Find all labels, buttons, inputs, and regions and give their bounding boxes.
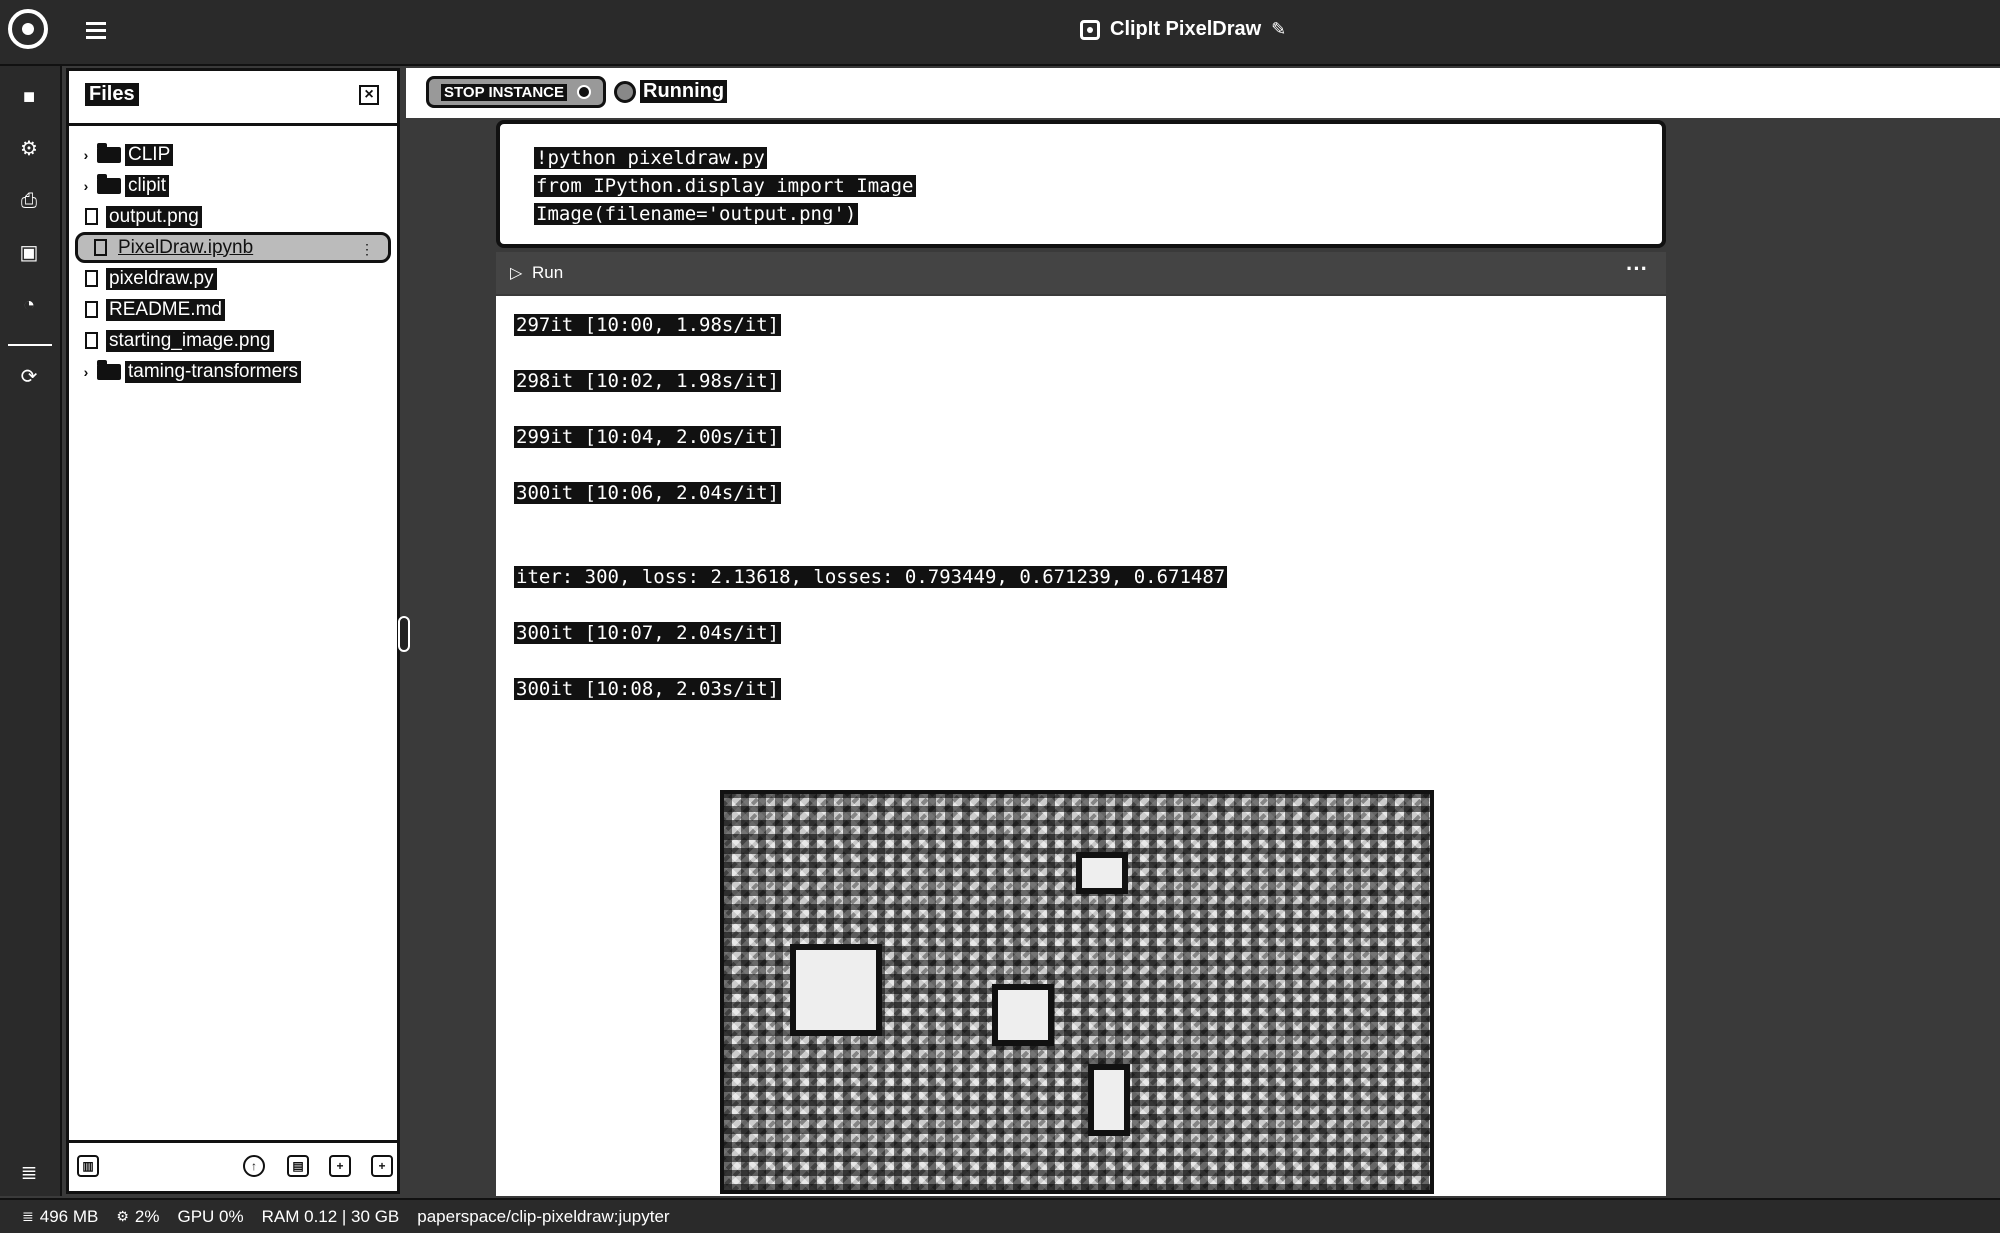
file-list: › CLIP › clipit output.png PixelDraw.ipy…	[69, 139, 397, 387]
paperspace-logo-icon[interactable]	[8, 9, 48, 49]
file-name: PixelDraw.ipynb	[118, 236, 254, 258]
new-file-icon[interactable]: +	[329, 1155, 351, 1177]
code-editor[interactable]: !python pixeldraw.py from IPython.displa…	[534, 144, 916, 228]
code-line: !python pixeldraw.py	[534, 147, 767, 169]
files-title: Files	[85, 83, 139, 106]
terminal-icon[interactable]: ▣	[14, 238, 44, 268]
code-line: Image(filename='output.png')	[534, 203, 859, 225]
instance-toolbar: STOP INSTANCE Running	[406, 68, 2000, 118]
file-name: pixeldraw.py	[106, 267, 217, 290]
notebook-file-icon	[94, 239, 107, 256]
output-line: 300it [10:06, 2.04s/it]	[514, 482, 782, 504]
left-nav: ■ ⚙ ⎙ ▣ ◔ ⟳ ≣	[0, 66, 62, 1196]
status-bar: ≣ 496 MB ⚙ 2% GPU 0% RAM 0.12 | 30 GB pa…	[0, 1198, 2000, 1233]
storage-usage: ≣ 496 MB	[22, 1207, 98, 1227]
files-header: Files ×	[69, 71, 397, 126]
play-icon[interactable]: ▷	[510, 263, 522, 283]
ram-value: RAM 0.12 | 30 GB	[261, 1206, 400, 1226]
file-item-starting-image[interactable]: starting_image.png	[69, 325, 397, 356]
pixel-art-detail	[992, 984, 1054, 1046]
folder-icon	[97, 142, 121, 163]
code-cell[interactable]: !python pixeldraw.py from IPython.displa…	[496, 120, 1666, 248]
cpu-value: 2%	[134, 1206, 160, 1226]
pixel-art-detail	[1088, 1064, 1130, 1136]
hamburger-icon[interactable]	[86, 22, 106, 39]
file-name: README.md	[106, 298, 225, 321]
nav-divider	[8, 344, 52, 346]
gpu-value: GPU 0%	[177, 1206, 244, 1226]
container-path-text: paperspace/clip-pixeldraw:jupyter	[417, 1206, 670, 1226]
pixel-art-detail	[790, 944, 882, 1036]
code-line: from IPython.display import Image	[534, 175, 916, 197]
ram-usage: RAM 0.12 | 30 GB	[262, 1207, 400, 1227]
stop-instance-label: STOP INSTANCE	[441, 83, 568, 101]
folder-icon	[97, 359, 121, 380]
new-notebook-icon[interactable]: ▤	[287, 1155, 309, 1177]
file-item-clip[interactable]: › CLIP	[69, 139, 397, 170]
chevron-right-icon[interactable]: ›	[79, 178, 93, 194]
file-item-pixeldraw-py[interactable]: pixeldraw.py	[69, 263, 397, 294]
panel-resize-handle[interactable]	[398, 616, 410, 652]
app-title: ClipIt PixelDraw	[1110, 18, 1262, 40]
top-bar: ClipIt PixelDraw ✎	[0, 0, 2000, 66]
gear-icon[interactable]: ⚙	[14, 134, 44, 164]
cpu-icon: ⚙	[116, 1208, 129, 1224]
file-item-taming-transformers[interactable]: › taming-transformers	[69, 356, 397, 387]
cpu-usage: ⚙ 2%	[116, 1207, 159, 1227]
chevron-right-icon[interactable]: ›	[79, 147, 93, 163]
clock-icon[interactable]: ◔	[14, 290, 44, 320]
file-icon	[85, 208, 98, 225]
pixel-art-detail	[1076, 852, 1128, 894]
file-name: starting_image.png	[106, 329, 274, 352]
output-line: 300it [10:07, 2.04s/it]	[514, 622, 782, 644]
file-name: taming-transformers	[125, 360, 301, 383]
files-panel: Files × › CLIP › clipit output.png Pixel…	[66, 68, 400, 1194]
new-folder-icon[interactable]: +	[371, 1155, 393, 1177]
file-item-readme[interactable]: README.md	[69, 294, 397, 325]
storage-value: 496 MB	[39, 1206, 99, 1226]
right-gutter	[1668, 120, 2000, 1196]
file-item-output-png[interactable]: output.png	[69, 201, 397, 232]
close-icon[interactable]: ×	[359, 85, 379, 105]
stop-icon	[577, 85, 592, 99]
notebook-icon	[1080, 19, 1100, 40]
cell-run-bar: ▷ Run ···	[496, 252, 1666, 294]
app-title-group: ClipIt PixelDraw ✎	[1080, 18, 1286, 41]
file-name: clipit	[125, 174, 170, 197]
file-name: output.png	[106, 205, 202, 228]
output-line: 298it [10:02, 1.98s/it]	[514, 370, 782, 392]
folder-icon	[97, 173, 121, 194]
output-line: 300it [10:08, 2.03s/it]	[514, 678, 782, 700]
database-icon: ≣	[22, 1208, 34, 1224]
output-line: 297it [10:00, 1.98s/it]	[514, 314, 782, 336]
folder-icon[interactable]: ■	[14, 82, 44, 112]
upload-icon[interactable]: ↑	[243, 1155, 265, 1177]
files-footer: ▥ ↑ ▤ + +	[69, 1140, 397, 1191]
notebook-icon[interactable]: ⎙	[14, 186, 44, 216]
output-line: iter: 300, loss: 2.13618, losses: 0.7934…	[514, 566, 1228, 588]
file-name: CLIP	[125, 143, 174, 166]
stop-instance-button[interactable]: STOP INSTANCE	[426, 76, 607, 108]
refresh-icon[interactable]: ⟳	[14, 362, 44, 392]
file-icon	[85, 270, 98, 287]
status-text: Running	[640, 80, 728, 103]
container-path: paperspace/clip-pixeldraw:jupyter	[417, 1207, 669, 1227]
database-icon[interactable]: ≣	[14, 1158, 44, 1188]
edit-icon[interactable]: ✎	[1271, 19, 1286, 40]
output-line: 299it [10:04, 2.00s/it]	[514, 426, 782, 448]
instance-status: Running	[614, 80, 728, 103]
cell-output: 297it [10:00, 1.98s/it] 298it [10:02, 1.…	[496, 296, 1666, 1196]
file-icon	[85, 301, 98, 318]
output-image	[720, 790, 1434, 1194]
chevron-right-icon[interactable]: ›	[79, 364, 93, 380]
file-item-clipit[interactable]: › clipit	[69, 170, 397, 201]
trash-icon[interactable]: ▥	[77, 1155, 99, 1177]
run-button[interactable]: Run	[532, 263, 563, 283]
gpu-usage: GPU 0%	[177, 1207, 243, 1227]
file-item-pixeldraw-ipynb[interactable]: PixelDraw.ipynb ⋮	[75, 232, 391, 263]
file-icon	[85, 332, 98, 349]
more-options-icon[interactable]: ⋮	[360, 241, 374, 258]
more-icon[interactable]: ···	[1626, 256, 1648, 282]
status-indicator-icon	[614, 80, 636, 103]
